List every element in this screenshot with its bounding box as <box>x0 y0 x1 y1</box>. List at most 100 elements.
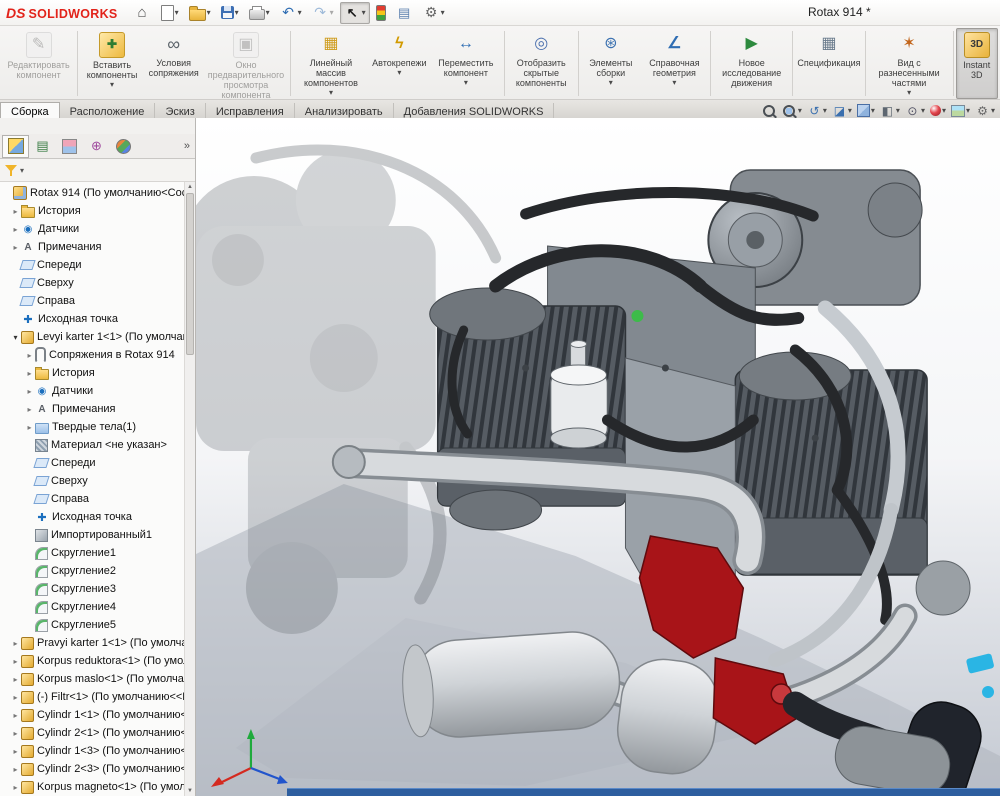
tree-item[interactable]: ▸(-) Filtr<1> (По умолчанию<<П <box>0 688 195 706</box>
tree-item[interactable]: ▸Cylindr 2<1> (По умолчанию<< <box>0 724 195 742</box>
hide-show-items-button[interactable]: ▾ <box>904 102 926 119</box>
zoom-area-button[interactable]: ▾ <box>781 102 803 119</box>
tree-item[interactable]: ▸Датчики <box>0 382 195 400</box>
tree-item[interactable]: Материал <не указан> <box>0 436 195 454</box>
dropdown-caret-icon[interactable]: ▾ <box>672 79 676 87</box>
display-style-button[interactable]: ▾ <box>879 102 901 119</box>
expand-arrow-icon[interactable]: ▸ <box>10 747 21 756</box>
assembly-features-button[interactable]: Элементы сборки▾ <box>581 28 641 99</box>
tree-item[interactable]: ▸Korpus magneto<1> (По умолча <box>0 778 195 796</box>
dropdown-caret-icon[interactable]: ▾ <box>798 107 802 115</box>
linear-component-pattern-button[interactable]: Линейный массив компонентов▾ <box>293 28 368 99</box>
select-button[interactable]: ▾ <box>340 2 370 24</box>
edit-component-button[interactable]: Редактировать компонент <box>2 28 75 99</box>
instant-3d-button[interactable]: Instant 3D <box>956 28 998 99</box>
tree-item[interactable]: Исходная точка <box>0 310 195 328</box>
expand-arrow-icon[interactable]: ▸ <box>24 423 35 432</box>
dropdown-caret-icon[interactable]: ▾ <box>896 107 900 115</box>
expand-arrow-icon[interactable]: ▸ <box>10 765 21 774</box>
dropdown-caret-icon[interactable]: ▾ <box>362 9 366 17</box>
dropdown-caret-icon[interactable]: ▾ <box>464 79 468 87</box>
zoom-fit-button[interactable] <box>761 102 778 119</box>
view-settings-button[interactable]: ▾ <box>974 102 996 119</box>
expand-arrow-icon[interactable]: ▸ <box>10 225 21 234</box>
dropdown-caret-icon[interactable]: ▾ <box>907 89 911 97</box>
move-component-button[interactable]: Переместить компонент▾ <box>430 28 501 99</box>
tree-item[interactable]: Сверху <box>0 472 195 490</box>
featuremanager-tab[interactable] <box>2 135 29 158</box>
dropdown-caret-icon[interactable]: ▾ <box>175 9 179 17</box>
expand-arrow-icon[interactable]: ▸ <box>24 351 35 360</box>
reference-geometry-button[interactable]: Справочная геометрия▾ <box>641 28 708 99</box>
options-button[interactable]: ▾ <box>419 2 449 24</box>
scrollbar-track[interactable] <box>185 356 195 786</box>
print-button[interactable]: ▾ <box>245 2 274 24</box>
tree-item[interactable]: ▸Твердые тела(1) <box>0 418 195 436</box>
open-button[interactable]: ▾ <box>185 2 215 24</box>
filter-dropdown-caret[interactable]: ▾ <box>20 166 24 175</box>
view-orientation-button[interactable]: ▾ <box>856 102 876 119</box>
tree-item[interactable]: ▸Примечания <box>0 400 195 418</box>
file-properties-button[interactable] <box>392 2 417 24</box>
show-hidden-components-button[interactable]: Отобразить скрытые компоненты <box>507 28 576 99</box>
new-motion-study-button[interactable]: Новое исследование движения <box>713 28 790 99</box>
dropdown-caret-icon[interactable]: ▾ <box>823 107 827 115</box>
dropdown-caret-icon[interactable]: ▾ <box>329 89 333 97</box>
expand-arrow-icon[interactable]: ▸ <box>24 387 35 396</box>
dropdown-caret-icon[interactable]: ▾ <box>871 107 875 115</box>
tree-item[interactable]: ▸Cylindr 1<3> (По умолчанию<< <box>0 742 195 760</box>
dropdown-caret-icon[interactable]: ▾ <box>848 107 852 115</box>
scroll-down-icon[interactable]: ▼ <box>185 786 195 796</box>
dropdown-caret-icon[interactable]: ▾ <box>921 107 925 115</box>
dropdown-caret-icon[interactable]: ▾ <box>609 79 613 87</box>
tree-item[interactable]: Спереди <box>0 256 195 274</box>
section-view-button[interactable]: ▾ <box>831 102 853 119</box>
expand-arrow-icon[interactable]: ▸ <box>10 657 21 666</box>
tree-item[interactable]: Исходная точка <box>0 508 195 526</box>
expand-arrow-icon[interactable]: ▸ <box>10 639 21 648</box>
tree-item[interactable]: ▸Pravyi karter 1<1> (По умолчани <box>0 634 195 652</box>
tree-item[interactable]: Сверху <box>0 274 195 292</box>
expand-arrow-icon[interactable]: ▸ <box>10 783 21 792</box>
propertymanager-tab[interactable] <box>29 135 56 158</box>
displaymanager-tab[interactable] <box>110 135 137 158</box>
filter-funnel-icon[interactable] <box>5 164 17 177</box>
tree-item[interactable]: ▸Датчики <box>0 220 195 238</box>
tree-item[interactable]: ▸Примечания <box>0 238 195 256</box>
dropdown-caret-icon[interactable]: ▾ <box>966 107 970 115</box>
scroll-up-icon[interactable]: ▲ <box>185 182 195 192</box>
expand-arrow-icon[interactable]: ▸ <box>10 207 21 216</box>
new-document-button[interactable]: ▾ <box>157 2 183 24</box>
apply-scene-button[interactable]: ▾ <box>950 102 971 119</box>
expand-arrow-icon[interactable]: ▸ <box>24 405 35 414</box>
tree-item[interactable]: ▸Сопряжения в Rotax 914 <box>0 346 195 364</box>
expand-arrow-icon[interactable]: ▾ <box>10 333 21 342</box>
panel-flyout-chevron[interactable]: » <box>184 140 195 152</box>
dropdown-caret-icon[interactable]: ▾ <box>397 69 401 77</box>
previous-view-button[interactable]: ▾ <box>806 102 828 119</box>
dropdown-caret-icon[interactable]: ▾ <box>991 107 995 115</box>
dropdown-caret-icon[interactable]: ▾ <box>266 9 270 17</box>
dropdown-caret-icon[interactable]: ▾ <box>942 107 946 115</box>
tree-item[interactable]: Спереди <box>0 454 195 472</box>
save-button[interactable]: ▾ <box>217 2 243 24</box>
tree-item[interactable]: Скругление2 <box>0 562 195 580</box>
home-button[interactable] <box>130 2 155 24</box>
undo-button[interactable]: ▾ <box>276 2 306 24</box>
tree-item[interactable]: Импортированный1 <box>0 526 195 544</box>
expand-arrow-icon[interactable]: ▸ <box>10 729 21 738</box>
expand-arrow-icon[interactable]: ▸ <box>10 711 21 720</box>
tree-item[interactable]: ▸История <box>0 202 195 220</box>
dropdown-caret-icon[interactable]: ▾ <box>330 9 334 17</box>
tree-item[interactable]: ▾Levyi karter 1<1> (По умолчани <box>0 328 195 346</box>
dropdown-caret-icon[interactable]: ▾ <box>110 81 114 89</box>
smart-fasteners-button[interactable]: Автокрепежи▾ <box>369 28 431 99</box>
tree-item[interactable]: Справа <box>0 292 195 310</box>
tree-item[interactable]: ▸Korpus reduktora<1> (По умолч <box>0 652 195 670</box>
dropdown-caret-icon[interactable]: ▾ <box>441 9 445 17</box>
expand-arrow-icon[interactable]: ▸ <box>10 675 21 684</box>
expand-arrow-icon[interactable]: ▸ <box>24 369 35 378</box>
scrollbar-thumb[interactable] <box>186 193 194 355</box>
tree-item[interactable]: Скругление5 <box>0 616 195 634</box>
configurationmanager-tab[interactable] <box>56 135 83 158</box>
